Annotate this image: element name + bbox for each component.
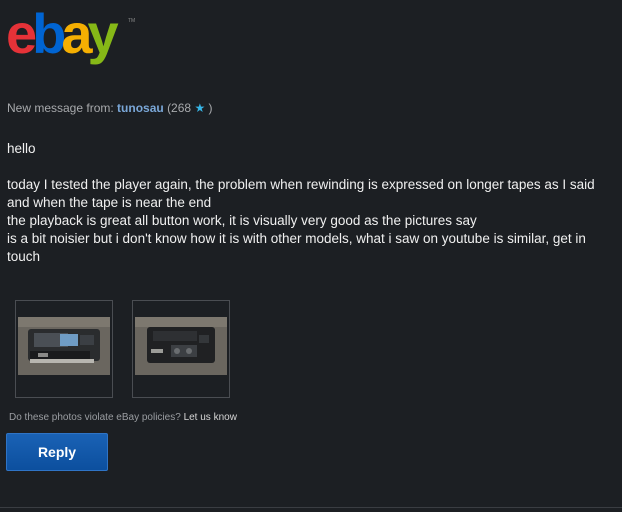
report-photos-link[interactable]: Let us know [184,412,237,423]
trademark-mark: TM [128,18,136,24]
from-prefix: New message from: [7,101,114,115]
tape-player-photo-2 [133,301,229,397]
message-body: hello today I tested the player again, t… [7,140,607,266]
logo-letter-b: b [32,2,66,65]
policy-question: Do these photos violate eBay policies? [9,412,181,423]
message-header: New message from: tunosau (268 ★ ) [7,101,213,115]
attachment-photo-2[interactable] [132,300,230,398]
message-greeting: hello [7,141,36,156]
ebay-logo: ebay [6,2,119,65]
feedback-score: (268 [167,101,192,115]
sender-username[interactable]: tunosau [117,101,164,115]
feedback-close: ) [208,101,213,115]
star-icon: ★ [194,101,206,115]
message-line: today I tested the player again, the pro… [7,177,595,210]
logo-letter-e: e [6,2,37,65]
reply-button[interactable]: Reply [6,433,108,471]
attachment-photo-1[interactable] [15,300,113,398]
logo-letter-y: y [87,2,119,65]
logo-letter-a: a [61,2,92,65]
tape-player-photo-1 [16,301,112,397]
message-line: the playback is great all button work, i… [7,213,477,228]
divider [0,507,622,508]
policy-notice: Do these photos violate eBay policies? L… [9,412,237,423]
message-line: is a bit noisier but i don't know how it… [7,231,586,264]
